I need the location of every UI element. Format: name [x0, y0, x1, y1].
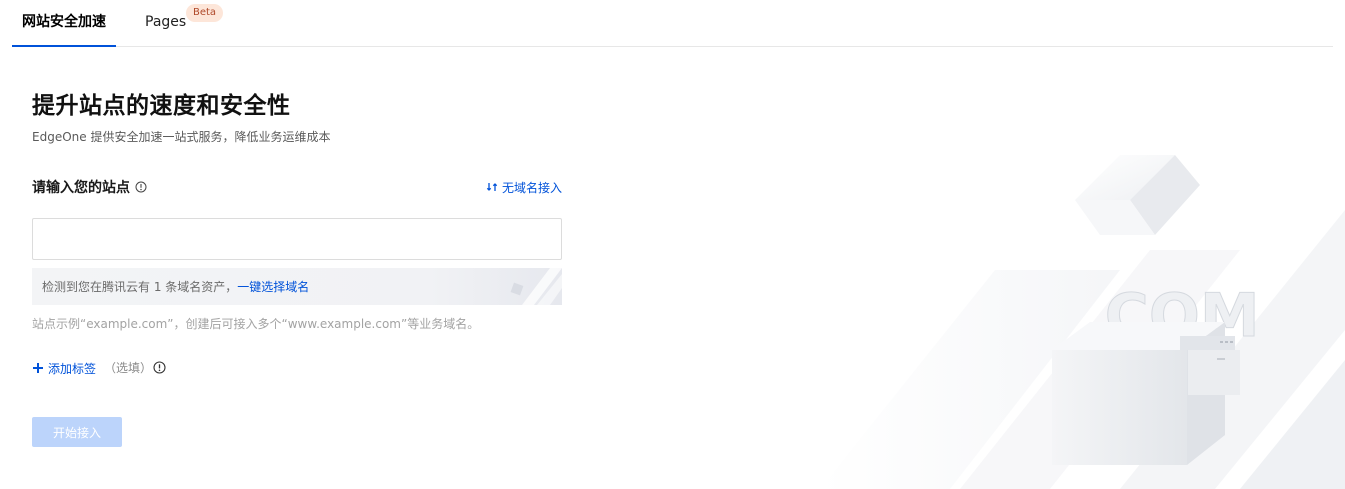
- add-tag-label: 添加标签: [48, 361, 97, 376]
- one-click-select-domain-link[interactable]: 一键选择域名: [237, 280, 309, 294]
- top-tabs: 网站安全加速 Pages Beta: [12, 0, 1333, 47]
- tab-website-security-acceleration[interactable]: 网站安全加速: [12, 0, 116, 47]
- detect-text: 检测到您在腾讯云有 1 条域名资产，一键选择域名: [42, 280, 310, 294]
- site-field-label: 请输入您的站点: [32, 180, 130, 196]
- page-title: 提升站点的速度和安全性: [32, 93, 291, 119]
- exclamation-circle-icon[interactable]: [153, 361, 166, 374]
- swap-icon: [486, 183, 498, 191]
- plus-icon: [33, 363, 43, 373]
- domain-detect-banner: 检测到您在腾讯云有 1 条域名资产，一键选择域名: [32, 268, 562, 305]
- no-domain-access-link[interactable]: 无域名接入: [486, 178, 562, 196]
- optional-label: （选填）: [104, 361, 153, 375]
- site-example-hint: 站点示例“example.com”，创建后可接入多个“www.example.c…: [32, 317, 480, 331]
- add-tag-button[interactable]: 添加标签: [32, 359, 96, 377]
- info-icon[interactable]: [135, 181, 147, 193]
- no-domain-access-label: 无域名接入: [502, 180, 563, 195]
- site-input[interactable]: [32, 218, 562, 260]
- hero-illustration: .COM: [820, 155, 1345, 489]
- banner-decoration: [510, 268, 562, 305]
- page-subtitle: EdgeOne 提供安全加速一站式服务，降低业务运维成本: [32, 130, 331, 144]
- start-access-button[interactable]: 开始接入: [32, 417, 122, 447]
- tab-pages[interactable]: Pages: [145, 0, 186, 47]
- beta-badge: Beta: [186, 4, 224, 22]
